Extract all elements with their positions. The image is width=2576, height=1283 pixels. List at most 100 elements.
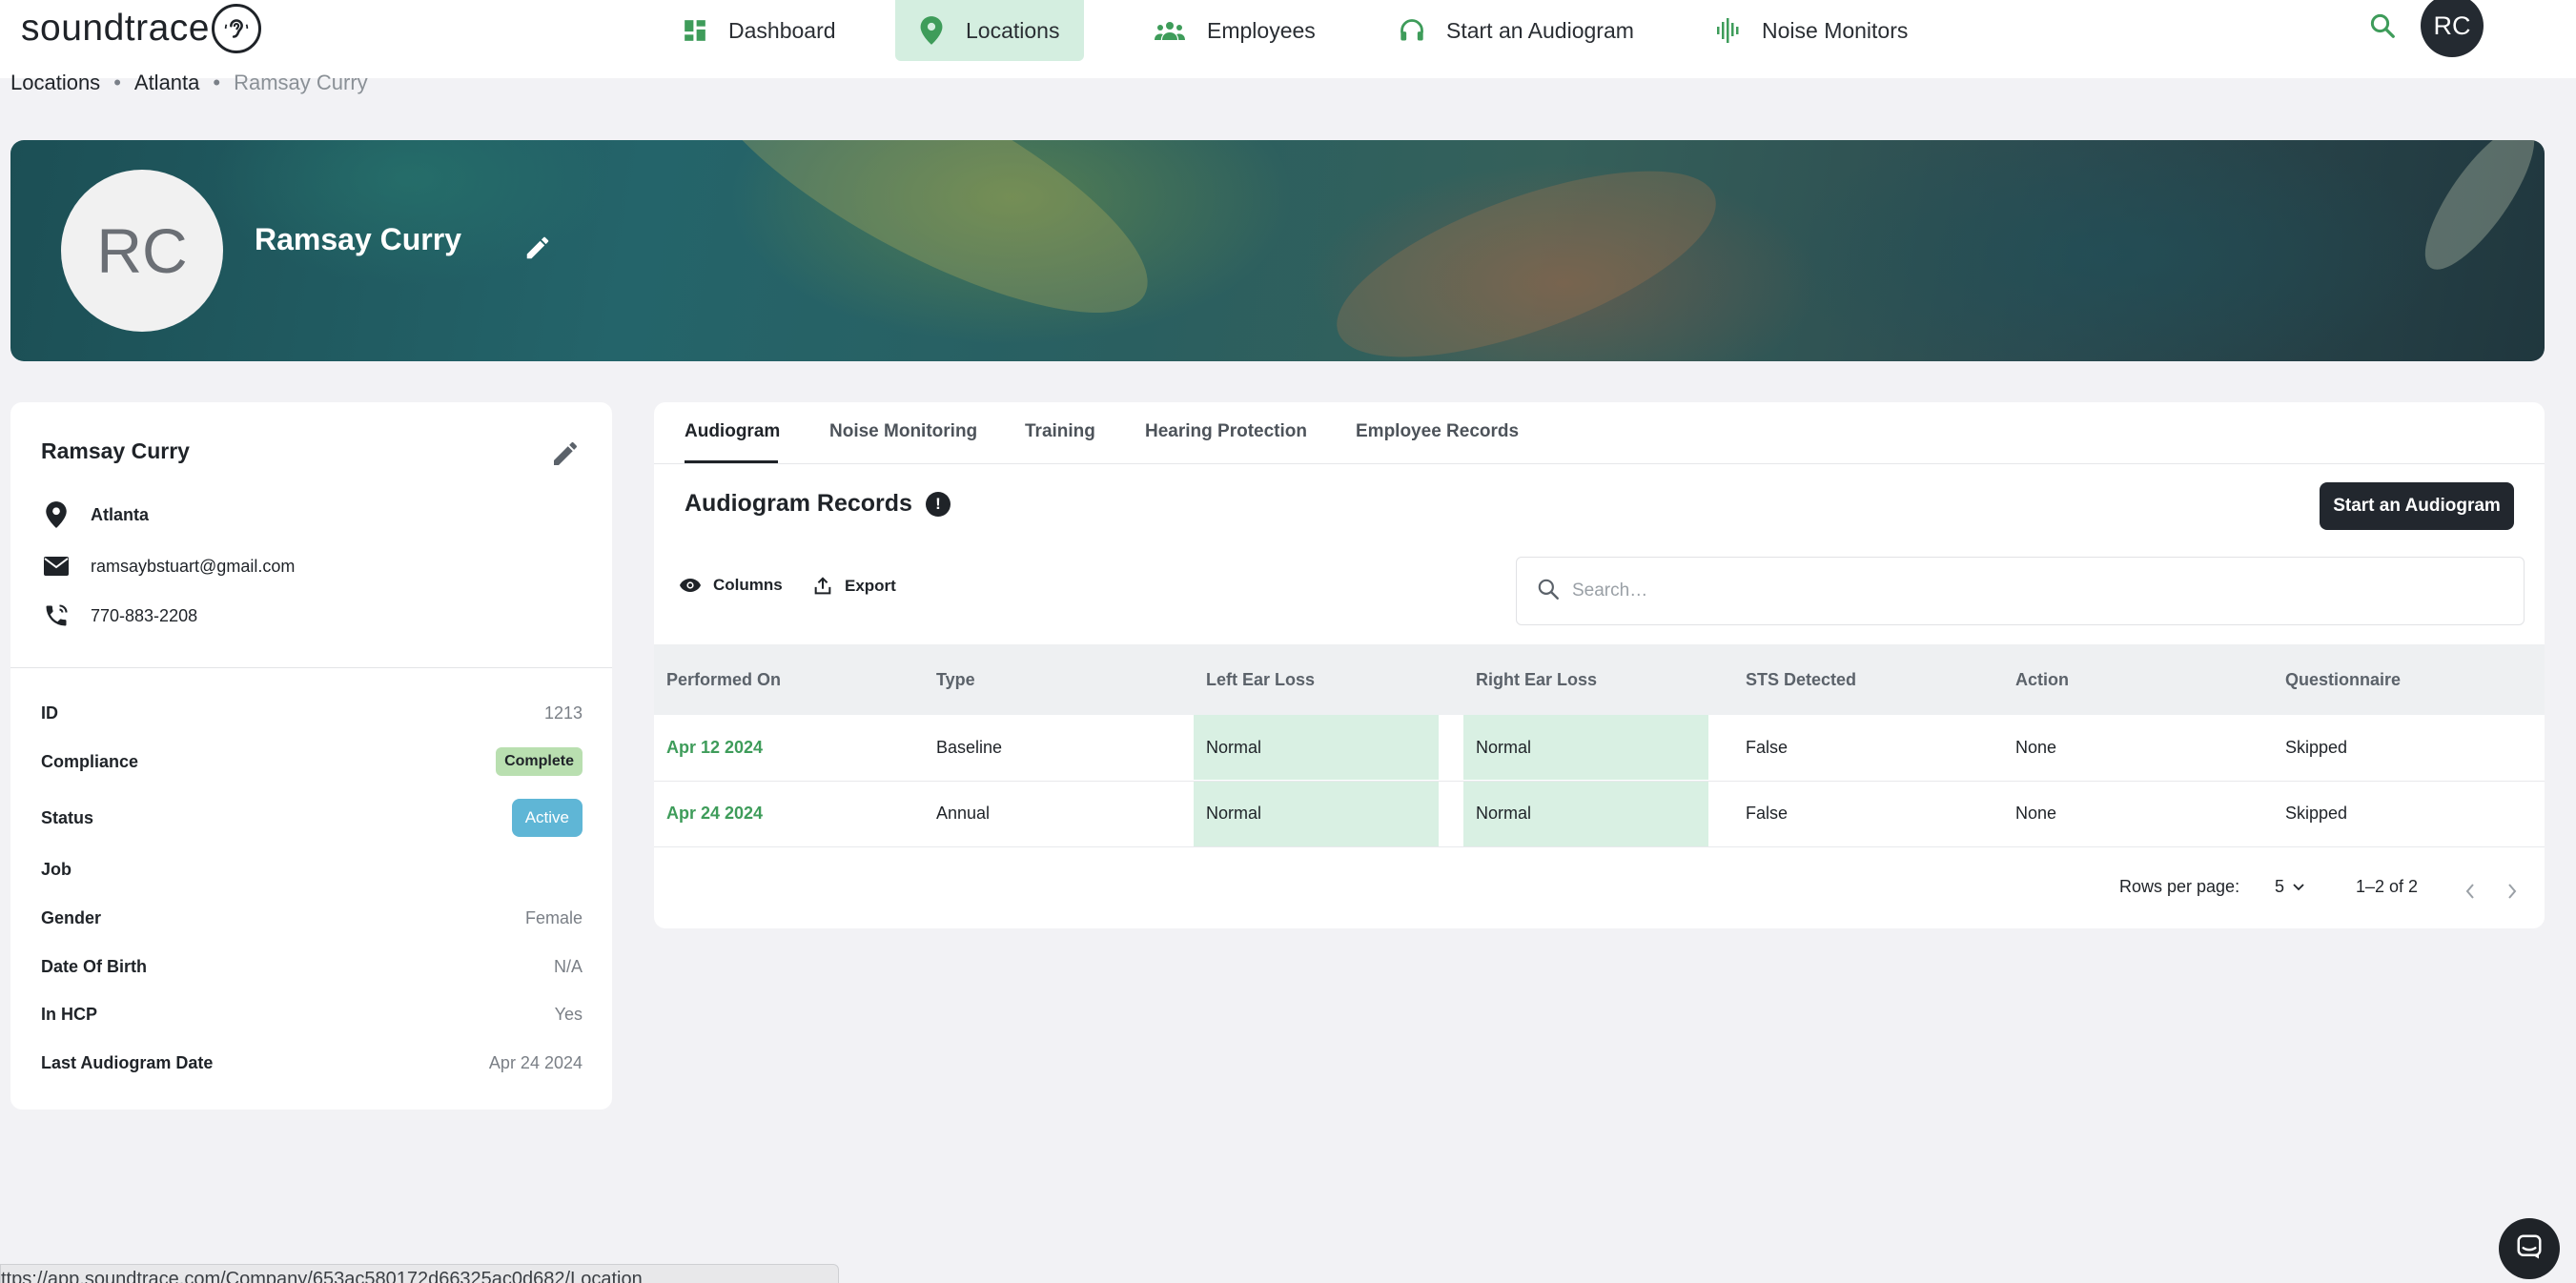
field-value: 1213 [543,703,583,723]
pagination-range-text: 1–2 of 2 [2356,877,2419,896]
tab-training[interactable]: Training [1025,421,1095,442]
nav-start-audiogram-label: Start an Audiogram [1446,17,1634,43]
field-label: Date Of Birth [41,957,148,976]
location-pin-icon [41,499,72,530]
field-label: Gender [41,908,102,927]
column-header[interactable]: STS Detected [1733,644,2003,715]
field-value: Apr 24 2024 [488,1053,583,1072]
employee-details-card: Ramsay Curry Atlanta ramsaybstuart@gmail… [10,402,612,1110]
rows-per-page-select[interactable]: 5 [2275,877,2305,897]
tab-noise-monitoring[interactable]: Noise Monitoring [829,421,977,442]
edit-pencil-icon[interactable] [523,234,554,264]
people-group-icon [1154,20,1186,41]
field-label: In HCP [41,1005,98,1024]
top-navigation: soundtrace Dashboard Locations Employees… [0,0,2576,78]
search-input[interactable] [1572,580,2430,601]
edit-pencil-icon[interactable] [550,438,583,471]
table-cell: None [2003,715,2273,782]
chevron-right-icon[interactable] [2506,883,2518,900]
column-header[interactable]: Right Ear Loss [1463,644,1733,715]
right-ear-loss-value: Normal [1463,781,1708,846]
nav-start-audiogram[interactable]: Start an Audiogram [1399,0,1634,61]
nav-locations-label: Locations [966,17,1060,43]
tab-hearing-protection[interactable]: Hearing Protection [1145,421,1307,442]
field-compliance: Compliance Complete [41,747,583,776]
employee-email-text: ramsaybstuart@gmail.com [91,556,296,576]
tab-employee-records[interactable]: Employee Records [1356,421,1519,442]
column-header[interactable]: Questionnaire [2273,644,2545,715]
field-in-hcp: In HCP Yes [41,1005,583,1025]
field-date-of-birth: Date Of Birth N/A [41,957,583,977]
nav-dashboard[interactable]: Dashboard [683,0,836,61]
dashboard-grid-icon [683,18,707,43]
field-value: N/A [553,957,583,976]
records-card: Audiogram Noise Monitoring Training Hear… [654,402,2545,928]
search-icon[interactable] [2368,11,2399,42]
breadcrumb-separator: • [213,71,221,94]
employee-phone-text: 770-883-2208 [91,605,198,625]
search-icon [1536,577,1561,606]
columns-button[interactable]: Columns [679,576,783,595]
performed-on-link[interactable]: Apr 24 2024 [654,781,924,847]
nav-employees[interactable]: Employees [1154,0,1316,61]
column-header[interactable]: Performed On [654,644,924,715]
profile-banner: RC Ramsay Curry [10,140,2545,361]
chevron-left-icon[interactable] [2464,883,2476,900]
table-cell: None [2003,781,2273,847]
table-row[interactable]: Apr 12 2024 Baseline Normal Normal False… [654,715,2545,782]
breadcrumb-separator: • [113,71,121,94]
column-header[interactable]: Type [924,644,1194,715]
chat-support-button[interactable] [2499,1218,2560,1279]
table-row[interactable]: Apr 24 2024 Annual Normal Normal False N… [654,781,2545,847]
divider [10,667,612,668]
table-cell: Normal [1463,781,1733,847]
records-title: Audiogram Records ! [685,490,951,518]
compliance-badge: Complete [496,747,583,776]
field-id: ID 1213 [41,703,583,723]
field-label: Compliance [41,751,139,771]
tab-audiogram[interactable]: Audiogram [685,421,780,442]
ear-logo-icon [211,4,261,53]
nav-dashboard-label: Dashboard [728,17,836,43]
table-cell: Normal [1194,781,1463,847]
table-cell: Annual [924,781,1194,847]
table-cell: Baseline [924,715,1194,782]
link-status-bar: ttps://app.soundtrace.com/Company/653ac5… [0,1264,839,1283]
export-label: Export [845,577,896,595]
breadcrumb-current: Ramsay Curry [234,71,368,94]
breadcrumb: Locations • Atlanta • Ramsay Curry [10,71,368,95]
column-header[interactable]: Left Ear Loss [1194,644,1463,715]
export-icon [812,576,833,597]
audiogram-records-table: Performed On Type Left Ear Loss Right Ea… [654,644,2545,847]
start-audiogram-button[interactable]: Start an Audiogram [2320,482,2514,530]
chat-icon [2515,1232,2544,1266]
performed-on-link[interactable]: Apr 12 2024 [654,715,924,782]
rows-per-page: Rows per page: [2119,877,2239,897]
employee-location-text: Atlanta [91,504,150,524]
nav-employees-label: Employees [1207,17,1316,43]
breadcrumb-locations[interactable]: Locations [10,71,100,95]
info-icon[interactable]: ! [925,491,951,517]
table-cell: Normal [1194,715,1463,782]
sound-wave-icon [1716,17,1741,44]
table-header-row: Performed On Type Left Ear Loss Right Ea… [654,644,2545,715]
nav-locations[interactable]: Locations [895,0,1085,61]
table-cell: False [1733,781,2003,847]
nav-noise-monitors[interactable]: Noise Monitors [1716,0,1908,61]
field-label: ID [41,703,58,723]
banner-decoration [1315,140,1738,361]
employee-location: Atlanta [41,499,149,530]
field-gender: Gender Female [41,908,583,928]
breadcrumb-atlanta[interactable]: Atlanta [134,71,200,95]
records-title-text: Audiogram Records [685,490,912,517]
column-header[interactable]: Action [2003,644,2273,715]
left-ear-loss-value: Normal [1194,781,1439,846]
banner-decoration [670,140,1181,361]
table-cell: Skipped [2273,715,2545,782]
field-label: Last Audiogram Date [41,1053,214,1072]
export-button[interactable]: Export [812,576,896,597]
soundtrace-logo[interactable]: soundtrace [21,4,261,53]
records-search-field[interactable] [1516,557,2525,625]
field-label: Job [41,860,72,879]
user-avatar[interactable]: RC [2421,0,2484,57]
